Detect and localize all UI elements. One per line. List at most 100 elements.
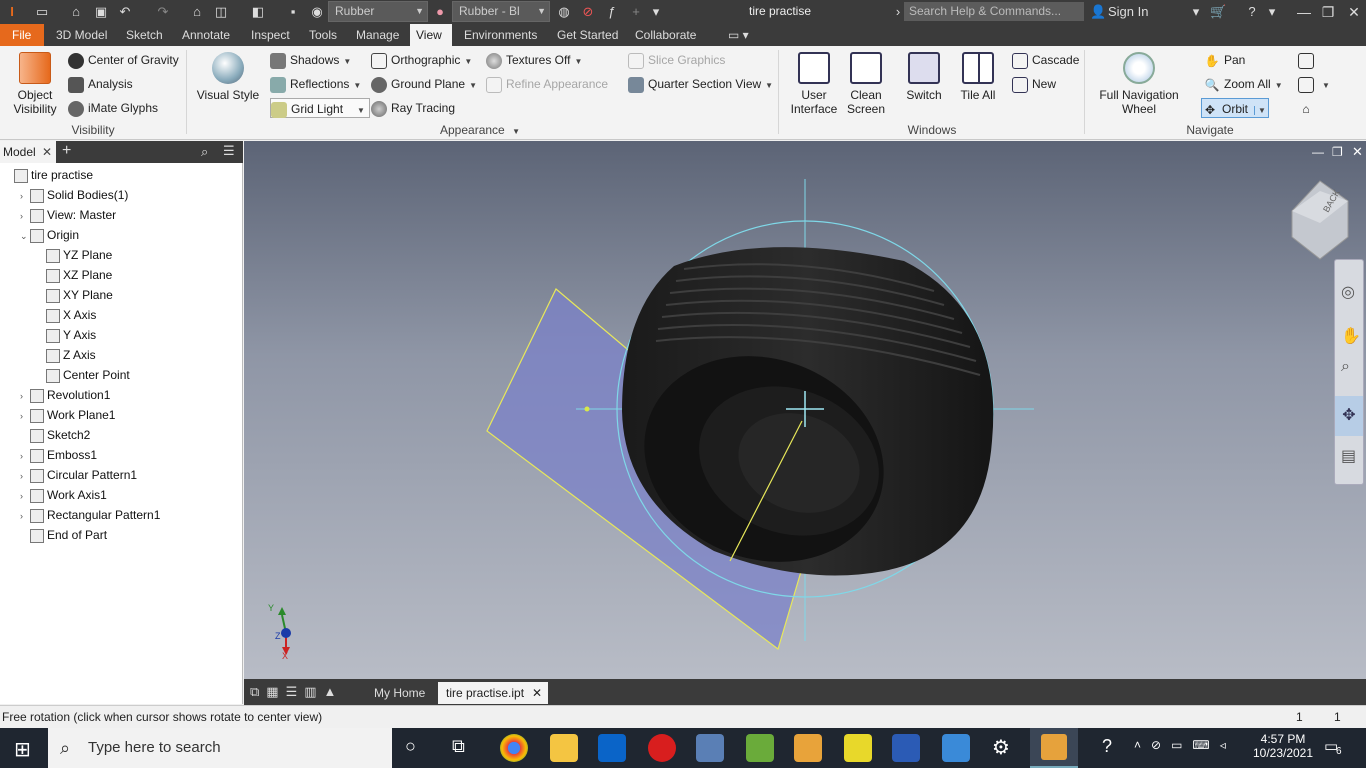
ribbon-options-icon[interactable]: ▭ ▾ [722, 24, 755, 46]
tab-3d-model[interactable]: 3D Model [50, 24, 113, 46]
orbit-button[interactable]: ✥ Orbit ▼ [1201, 98, 1269, 118]
tree-item[interactable]: ⌄ Origin [20, 225, 79, 245]
task-view-icon[interactable]: ⧉ [452, 736, 465, 757]
viewport-close-icon[interactable]: ✕ [1352, 144, 1363, 160]
pan-hand-icon[interactable]: ✋ [1341, 326, 1361, 346]
tree-expander-icon[interactable]: › [20, 446, 30, 466]
cascade-button[interactable]: Cascade [1012, 50, 1079, 70]
open-folder-icon[interactable]: ⌂ [68, 4, 84, 20]
tree-item[interactable]: › Work Plane1 [20, 405, 115, 425]
textures-off-button[interactable]: Textures Off ▼ [486, 50, 582, 70]
tab-tools[interactable]: Tools [303, 24, 343, 46]
start-button[interactable]: ⊞ [14, 737, 31, 762]
new-file-icon[interactable]: ▭ [34, 4, 50, 20]
search-help-input[interactable]: Search Help & Commands... [904, 2, 1084, 21]
taskbar-search-input[interactable]: ⌕ Type here to search [48, 728, 392, 768]
visual-style-button[interactable]: Visual Style [194, 52, 262, 102]
close-doc-tab-icon[interactable]: ✕ [532, 682, 542, 704]
close-tab-icon[interactable]: ✕ [42, 141, 52, 163]
clear-appearance-icon[interactable]: ⊘ [580, 4, 596, 20]
redo-icon[interactable]: ↷ [155, 4, 171, 20]
clean-screen-button[interactable]: Clean Screen [842, 52, 890, 116]
tab-inspect[interactable]: Inspect [245, 24, 296, 46]
tab-my-home[interactable]: My Home [366, 682, 433, 704]
tab-view[interactable]: View [410, 24, 452, 46]
new-window-button[interactable]: New [1012, 74, 1056, 94]
tree-item[interactable]: › Revolution1 [20, 385, 110, 405]
adjust-appearance-icon[interactable]: ◍ [556, 4, 572, 20]
qat-customize-icon[interactable]: ▾ [648, 4, 664, 20]
books-app-icon[interactable] [746, 734, 774, 762]
photos-icon[interactable] [942, 734, 970, 762]
zoom-all-button[interactable]: 🔍 Zoom All ▼ [1204, 74, 1283, 94]
update-icon[interactable]: ◫ [213, 4, 229, 20]
tab-file[interactable]: File [0, 24, 44, 46]
inventor-taskbar-icon[interactable] [1030, 728, 1078, 768]
tree-item[interactable]: › Work Axis1 [20, 485, 107, 505]
tab-collaborate[interactable]: Collaborate [629, 24, 702, 46]
help-icon[interactable]: ? [1244, 4, 1260, 20]
tree-item[interactable]: XY Plane [36, 285, 113, 305]
cortana-icon[interactable]: ○ [405, 736, 416, 757]
tree-item[interactable]: Center Point [36, 365, 130, 385]
full-navigation-wheel-button[interactable]: Full Navigation Wheel [1092, 52, 1186, 116]
opera-icon[interactable] [648, 734, 676, 762]
tab-tire-practise[interactable]: tire practise.ipt ✕ [438, 682, 548, 704]
tab-sketch[interactable]: Sketch [120, 24, 169, 46]
tree-expander-icon[interactable]: › [20, 466, 30, 486]
steering-wheel-icon[interactable]: ◎ [1341, 282, 1355, 302]
imate-glyphs-button[interactable]: iMate Glyphs [68, 98, 158, 118]
pan-button[interactable]: ✋ Pan [1204, 50, 1246, 70]
material-dropdown[interactable]: Rubber ▼ [328, 1, 428, 22]
tab-get-started[interactable]: Get Started [551, 24, 624, 46]
help-tray-icon[interactable]: ? [1102, 736, 1112, 757]
network-app-icon[interactable] [696, 734, 724, 762]
ground-plane-button[interactable]: Ground Plane ▼ [371, 74, 477, 94]
viewport-restore-icon[interactable]: ❐ [1332, 145, 1343, 159]
switch-button[interactable]: Switch [898, 52, 950, 102]
previous-view-button[interactable]: ▼ [1298, 74, 1330, 94]
tab-environments[interactable]: Environments [458, 24, 543, 46]
analysis-button[interactable]: Analysis [68, 74, 133, 94]
reflections-button[interactable]: Reflections ▼ [270, 74, 361, 94]
center-of-gravity-button[interactable]: Center of Gravity [68, 50, 179, 70]
tree-item[interactable]: XZ Plane [36, 265, 112, 285]
slice-graphics-button[interactable]: Slice Graphics [628, 50, 725, 70]
settings-gear-icon[interactable]: ⚙ [992, 735, 1010, 760]
tree-item[interactable]: › Rectangular Pattern1 [20, 505, 160, 525]
tree-expander-icon[interactable]: › [20, 406, 30, 426]
tree-item[interactable]: Y Axis [36, 325, 96, 345]
window-arrange-icons[interactable]: ⧉▦☰▥▲ [250, 684, 343, 700]
tree-item[interactable]: YZ Plane [36, 245, 112, 265]
quarter-section-view-button[interactable]: Quarter Section View ▼ [628, 74, 773, 94]
grid-light-dropdown[interactable]: Grid Light ▼ [270, 98, 370, 118]
shadows-button[interactable]: Shadows ▼ [270, 50, 351, 70]
plus-icon[interactable]: + [628, 4, 644, 20]
orbit-nav-icon[interactable]: ✥ [1335, 396, 1363, 436]
appearance-group-label[interactable]: Appearance ▼ [420, 123, 540, 137]
tree-item[interactable]: › Circular Pattern1 [20, 465, 137, 485]
system-tray-icons[interactable]: ˄⊘▭⌨◃ [1134, 738, 1236, 752]
save-icon[interactable]: ▣ [93, 4, 109, 20]
menu-icon[interactable]: ☰ [223, 143, 235, 159]
sign-in-link[interactable]: Sign In [1108, 4, 1148, 19]
undo-icon[interactable]: ↶ [117, 4, 133, 20]
tree-item[interactable]: Z Axis [36, 345, 96, 365]
close-button[interactable]: ✕ [1340, 0, 1366, 24]
refine-appearance-button[interactable]: Refine Appearance [486, 74, 608, 94]
app-logo-icon[interactable]: I [4, 4, 20, 20]
tree-expander-icon[interactable]: › [20, 506, 30, 526]
tree-expander-icon[interactable]: ⌄ [20, 226, 30, 246]
file-explorer-icon[interactable] [550, 734, 578, 762]
pdf-app-icon[interactable] [844, 734, 872, 762]
tree-item[interactable]: › View: Master [20, 205, 116, 225]
tree-item[interactable]: › Emboss1 [20, 445, 97, 465]
ray-tracing-button[interactable]: Ray Tracing [371, 98, 455, 118]
sign-in-dropdown-icon[interactable]: ▾ [1188, 4, 1204, 20]
chrome-icon[interactable] [500, 734, 528, 762]
zoom-nav-icon[interactable]: ⌕ [1341, 358, 1350, 376]
object-visibility-button[interactable]: Object Visibility [10, 52, 60, 116]
tree-item[interactable]: Sketch2 [20, 425, 90, 445]
home-icon[interactable]: ⌂ [189, 4, 205, 20]
measure-icon[interactable]: ▪ [285, 4, 301, 20]
